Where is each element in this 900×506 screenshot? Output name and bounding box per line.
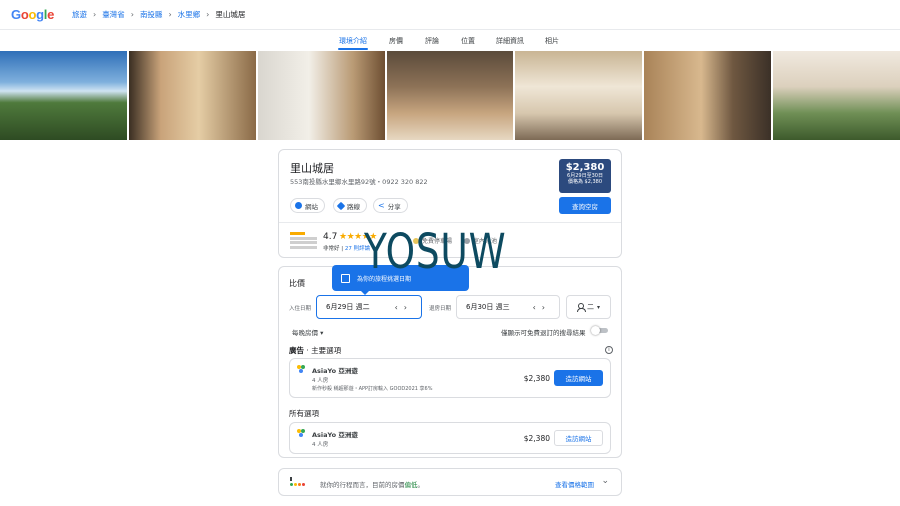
visit-site-button[interactable]: 造訪網站 (554, 430, 603, 446)
photo-pantry[interactable] (386, 51, 514, 140)
hotel-name: 里山城居 (290, 162, 334, 175)
rating-text: 非常好 (323, 246, 340, 252)
check-availability-button[interactable]: 查詢空房 (559, 197, 611, 214)
compare-title: 比價 (289, 279, 305, 288)
asiayo-logo-icon (297, 429, 305, 437)
tab-details[interactable]: 詳細資訊 (496, 36, 524, 46)
offer-featured-asiayo[interactable]: AsiaYo 亞洲遊 4 人房 新作秒殺 稱超那遊・APP訂房輸入 GOOD20… (289, 358, 611, 398)
photo-balcony-view[interactable] (773, 51, 900, 140)
directions-button[interactable]: 路線 (333, 198, 367, 213)
guest-selector[interactable]: 二 ▾ (566, 295, 611, 319)
rating-score: 4.7 (323, 232, 338, 242)
breadcrumb: 旅遊 › 臺灣省 › 南投縣 › 水里鄉 › 里山城居 (72, 9, 245, 20)
offer-room-type: 4 人房 (312, 442, 329, 448)
free-cancel-label: 僅顯示可免費退訂的搜尋結果 (501, 329, 586, 337)
checkout-date-field[interactable]: 6月30日 週三 ‹› (456, 295, 560, 319)
price-insight-suffix: 。 (417, 481, 425, 489)
globe-icon (295, 202, 302, 209)
breadcrumb-province[interactable]: 臺灣省 (102, 9, 125, 20)
price-summary: $2,380 6月29日至30日 價格為 $2,380 (559, 159, 611, 193)
google-logo[interactable]: Google (11, 7, 54, 22)
checkin-label: 入住日期 (289, 306, 312, 312)
section-tabs: 環境介紹 房價 評論 位置 詳細資訊 相片 (0, 33, 900, 50)
checkin-date-value: 6月29日 週二 (326, 303, 370, 311)
offer-price: $2,380 (523, 374, 550, 383)
breadcrumb-county[interactable]: 南投縣 (140, 9, 163, 20)
sort-dropdown[interactable]: 每晚房價 ▾ (292, 327, 323, 337)
featured-options-title: 主要選項 (311, 346, 342, 355)
tooltip-tail (360, 290, 370, 295)
tab-photos[interactable]: 相片 (545, 36, 559, 46)
chevron-down-icon: ▾ (596, 303, 600, 311)
tab-prices[interactable]: 房價 (389, 36, 403, 46)
person-icon (576, 303, 586, 312)
active-tab-indicator (338, 48, 368, 50)
all-options-heading: 所有選項 (289, 409, 319, 418)
photo-mountain-view[interactable] (0, 51, 127, 140)
photo-bedroom-2[interactable] (644, 51, 772, 140)
watermark: YOSUW (364, 224, 507, 280)
breadcrumb-separator: › (206, 10, 210, 19)
price-summary-amount: $2,380 (565, 162, 605, 173)
offer-room-type: 4 人房 (312, 378, 329, 384)
price-insight-text: 就你的行程而言，目前的房價偏低。 (320, 479, 424, 489)
checkout-date-arrows[interactable]: ‹› (533, 303, 551, 312)
offer-asiayo[interactable]: AsiaYo 亞洲遊 4 人房 $2,380 造訪網站 (289, 422, 611, 454)
photo-bathroom[interactable] (257, 51, 385, 140)
website-label: 網站 (305, 202, 318, 211)
tab-location[interactable]: 位置 (461, 36, 475, 46)
asiayo-logo-icon (297, 365, 305, 373)
website-button[interactable]: 網站 (290, 198, 325, 213)
ad-label: 廣告 (289, 346, 304, 355)
calendar-icon (341, 273, 350, 283)
photo-strip (0, 51, 900, 140)
directions-label: 路線 (347, 202, 360, 211)
rating-breakdown-icon[interactable] (290, 232, 317, 250)
directions-icon (336, 201, 346, 210)
free-cancel-toggle[interactable] (591, 326, 609, 335)
breadcrumb-separator: › (168, 10, 172, 19)
price-insight-prefix: 就你的行程而言，目前的房價 (320, 481, 405, 489)
offer-promo: 新作秒殺 稱超那遊・APP訂房輸入 GOOD2021 享6% (312, 386, 433, 392)
info-icon[interactable]: i (605, 346, 613, 354)
price-summary-note: 價格為 $2,380 (567, 179, 603, 185)
price-insight-level: 偏低 (404, 481, 418, 489)
photo-living-room[interactable] (515, 51, 643, 140)
share-label: 分享 (387, 202, 401, 211)
checkin-date-arrows[interactable]: ‹› (395, 303, 413, 312)
checkin-date-field[interactable]: 6月29日 週二 ‹› (316, 295, 422, 319)
breadcrumb-township[interactable]: 水里鄉 (178, 9, 201, 20)
price-range-icon (290, 477, 308, 487)
price-insight-card[interactable]: 就你的行程而言，目前的房價偏低。 查看價格範圍 ⌄ (278, 468, 622, 496)
chevron-down-icon[interactable]: ⌄ (601, 476, 609, 486)
featured-options-heading: 廣告 · 主要選項 (289, 346, 342, 355)
offer-provider: AsiaYo 亞洲遊 (312, 431, 358, 439)
offer-price: $2,380 (523, 434, 550, 443)
top-bar: Google 旅遊 › 臺灣省 › 南投縣 › 水里鄉 › 里山城居 (0, 0, 900, 30)
guest-count: 二 (586, 303, 594, 311)
photo-bedroom[interactable] (128, 51, 256, 140)
offer-provider: AsiaYo 亞洲遊 (312, 367, 358, 375)
hotel-address: 553南投縣水里鄉水里路92號・0922 320 822 (290, 178, 428, 186)
tab-reviews[interactable]: 評論 (425, 36, 439, 46)
checkout-label: 退房日期 (429, 306, 452, 312)
breadcrumb-travel[interactable]: 旅遊 (72, 9, 87, 20)
view-price-range-link[interactable]: 查看價格範圍 (555, 479, 594, 489)
share-icon: < (378, 201, 385, 210)
visit-site-button[interactable]: 造訪網站 (554, 370, 603, 386)
share-button[interactable]: < 分享 (373, 198, 408, 213)
checkout-date-value: 6月30日 週三 (466, 303, 510, 311)
tab-overview[interactable]: 環境介紹 (339, 36, 367, 46)
breadcrumb-separator: › (130, 10, 134, 19)
breadcrumb-separator: › (93, 10, 97, 19)
breadcrumb-hotel: 里山城居 (215, 10, 246, 19)
